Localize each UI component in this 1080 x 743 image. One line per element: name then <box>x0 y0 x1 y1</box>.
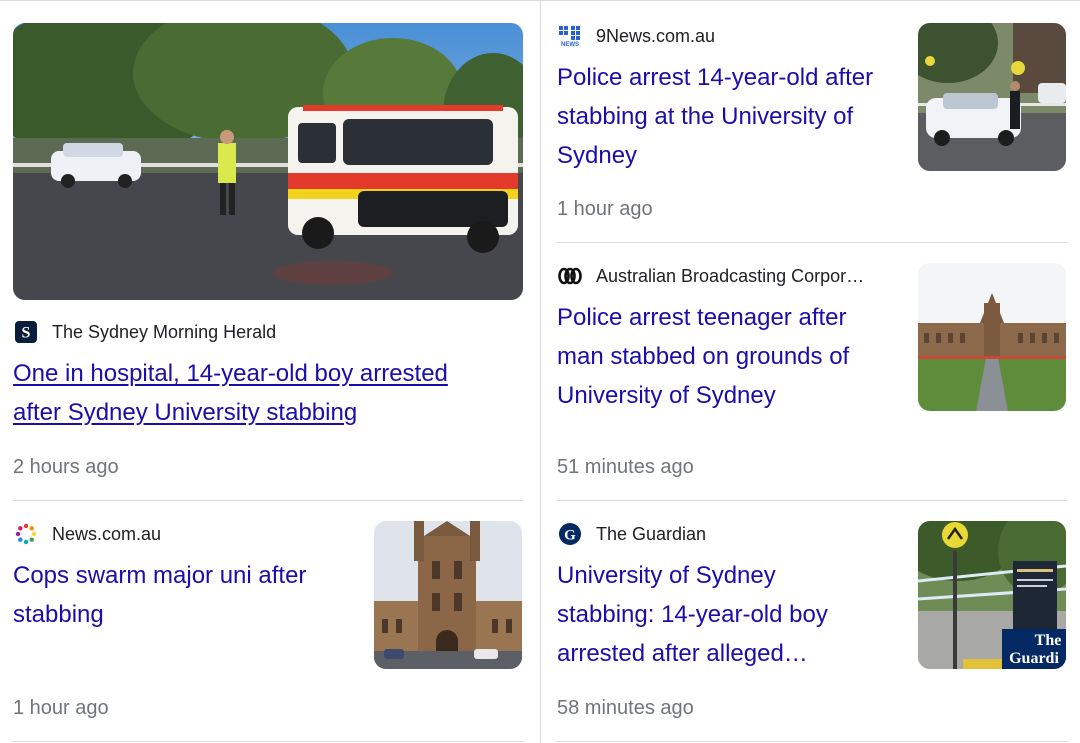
article-timestamp: 51 minutes ago <box>557 456 694 478</box>
article-divider <box>557 500 1067 501</box>
smh-s-icon: S <box>13 319 39 345</box>
article-card[interactable]: G The Guardian University of Sydney stab… <box>557 521 897 673</box>
article-divider <box>557 741 1067 742</box>
article-thumbnail[interactable] <box>918 23 1066 171</box>
source-name: Australian Broadcasting Corpor… <box>596 265 865 286</box>
article-headline-link[interactable]: Cops swarm major uni after stabbing <box>13 556 343 634</box>
article-timestamp: 1 hour ago <box>13 697 109 719</box>
article-headline-link[interactable]: Police arrest teenager after man stabbed… <box>557 298 887 415</box>
abc-lissajous-icon <box>557 263 583 289</box>
source-row: G The Guardian <box>557 521 897 547</box>
article-headline-link[interactable]: University of Sydney stabbing: 14-year-o… <box>557 556 877 673</box>
newscomau-dots-icon <box>13 521 39 547</box>
article-thumbnail[interactable]: The Guardi <box>918 521 1066 669</box>
source-row: Australian Broadcasting Corpor… <box>557 263 897 289</box>
article-timestamp: 58 minutes ago <box>557 697 694 719</box>
article-timestamp: 2 hours ago <box>13 456 119 478</box>
university-tower-image <box>374 521 522 669</box>
article-headline-link[interactable]: One in hospital, 14-year-old boy arreste… <box>13 354 493 432</box>
nine-news-icon: NEWS <box>557 23 583 49</box>
article-timestamp: 1 hour ago <box>557 198 653 220</box>
article-card[interactable]: S The Sydney Morning Herald One in hospi… <box>13 319 523 432</box>
source-name: 9News.com.au <box>596 25 716 46</box>
column-divider <box>540 0 541 743</box>
svg-text:NEWS: NEWS <box>561 42 579 47</box>
article-thumbnail[interactable] <box>918 263 1066 411</box>
police-car-scene-image <box>918 23 1066 171</box>
source-name: The Sydney Morning Herald <box>52 321 277 342</box>
ambulance-police-scene-image <box>13 23 523 300</box>
source-name: News.com.au <box>52 523 162 544</box>
source-row: NEWS 9News.com.au <box>557 23 897 49</box>
police-tape-scene-image: The Guardi <box>918 521 1066 669</box>
source-row: News.com.au <box>13 521 353 547</box>
article-divider <box>13 741 523 742</box>
article-thumbnail[interactable] <box>374 521 522 669</box>
article-headline-link[interactable]: Police arrest 14-year-old after stabbing… <box>557 58 877 175</box>
svg-text:S: S <box>22 325 31 342</box>
university-quadrangle-image <box>918 263 1066 411</box>
guardian-g-icon: G <box>557 521 583 547</box>
article-card[interactable]: Australian Broadcasting Corpor… Police a… <box>557 263 897 415</box>
source-name: The Guardian <box>596 523 707 544</box>
article-divider <box>557 242 1067 243</box>
article-card[interactable]: News.com.au Cops swarm major uni after s… <box>13 521 353 634</box>
article-divider <box>13 500 523 501</box>
source-row: S The Sydney Morning Herald <box>13 319 523 345</box>
article-thumbnail[interactable] <box>13 23 523 300</box>
article-card[interactable]: NEWS 9News.com.au Police arrest 14-year-… <box>557 23 897 175</box>
svg-text:G: G <box>564 528 576 544</box>
